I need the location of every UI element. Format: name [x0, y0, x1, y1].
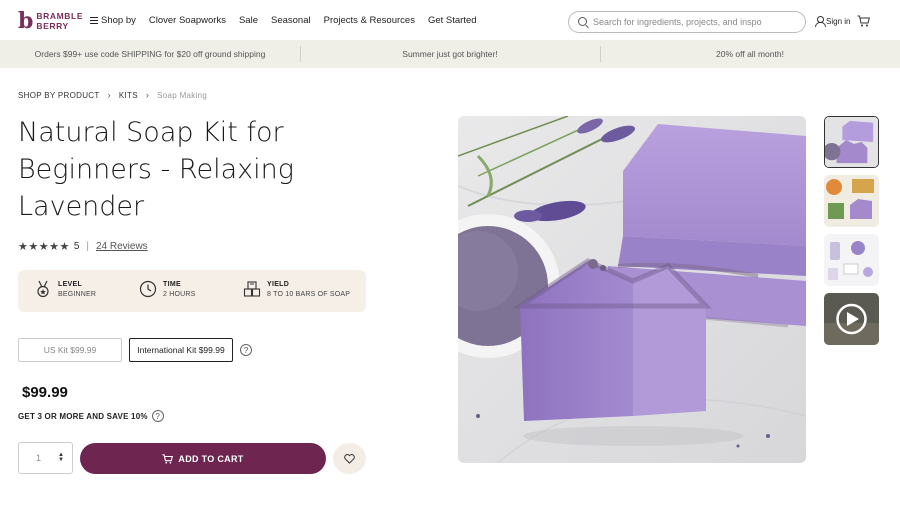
- medal-icon: [37, 280, 49, 298]
- rating-divider: |: [86, 241, 89, 252]
- nav-clover-soapworks[interactable]: Clover Soapworks: [149, 15, 226, 26]
- reviews-link[interactable]: 24 Reviews: [96, 241, 148, 252]
- sign-in-label: Sign in: [826, 16, 851, 26]
- wishlist-button[interactable]: [333, 443, 366, 474]
- cart-icon: [162, 453, 174, 464]
- nav-get-started[interactable]: Get Started: [428, 15, 477, 26]
- add-to-cart-button[interactable]: ADD TO CART: [80, 443, 326, 474]
- hamburger-icon: [90, 17, 98, 24]
- bulk-offer: GET 3 OR MORE AND SAVE 10% ?: [18, 410, 164, 422]
- variant-us-kit[interactable]: US Kit $99.99: [18, 338, 122, 362]
- clock-icon: [139, 280, 157, 298]
- user-icon: [815, 16, 826, 27]
- thumbnail-video[interactable]: [824, 293, 879, 345]
- brand-logo[interactable]: b BRAMBLE BERRY: [18, 10, 83, 32]
- quantity-stepper: ▲▼: [18, 442, 73, 474]
- bulk-offer-text: GET 3 OR MORE AND SAVE 10%: [18, 411, 148, 421]
- promo-bar: Orders $99+ use code SHIPPING for $20 of…: [0, 40, 900, 68]
- site-header: b BRAMBLE BERRY Shop by Clover Soapworks…: [0, 0, 900, 44]
- nav-shop-by[interactable]: Shop by: [90, 15, 136, 26]
- promo-summer[interactable]: Summer just got brighter!: [300, 40, 600, 68]
- brand-name-line2: BERRY: [36, 21, 69, 31]
- product-price: $99.99: [22, 384, 68, 401]
- spec-value: BEGINNER: [58, 290, 97, 298]
- spec-value: 8 TO 10 BARS OF SOAP: [267, 290, 351, 298]
- breadcrumb-current: Soap Making: [157, 90, 208, 100]
- nav-projects-resources[interactable]: Projects & Resources: [324, 15, 415, 26]
- search-box: [568, 11, 806, 33]
- breadcrumb-kits[interactable]: KITS: [119, 91, 138, 100]
- question-circle-icon[interactable]: ?: [151, 410, 164, 422]
- thumbnail-kit-contents[interactable]: [824, 175, 879, 227]
- main-nav: Shop by Clover Soapworks Sale Seasonal P…: [90, 15, 490, 26]
- search-input[interactable]: [593, 17, 793, 27]
- thumbnail-supplies[interactable]: [824, 234, 879, 286]
- breadcrumb: SHOP BY PRODUCT › KITS › Soap Making: [18, 90, 207, 100]
- heart-icon: [344, 453, 355, 464]
- product-main-image[interactable]: [458, 116, 806, 463]
- spec-label: TIME: [163, 280, 181, 288]
- promo-discount[interactable]: 20% off all month!: [600, 40, 900, 68]
- chevron-right-icon: ›: [107, 90, 111, 100]
- thumbnail-soap-stack[interactable]: [824, 116, 879, 168]
- spec-level: LEVEL BEGINNER: [34, 280, 96, 298]
- breadcrumb-shop-by-product[interactable]: SHOP BY PRODUCT: [18, 91, 100, 100]
- product-title: Natural Soap Kit for Beginners - Relaxin…: [18, 117, 294, 222]
- soap-bars-icon: [243, 281, 261, 297]
- rating-value: 5: [73, 241, 80, 252]
- quantity-input[interactable]: [36, 453, 48, 463]
- spec-time: TIME 2 HOURS: [139, 280, 196, 298]
- search-icon: [578, 17, 587, 26]
- product-specs: LEVEL BEGINNER TIME 2 HOURS YIELD 8 TO 1…: [18, 270, 366, 312]
- nav-label: Shop by: [101, 15, 136, 26]
- question-circle-icon[interactable]: ?: [240, 344, 252, 356]
- sign-in-link[interactable]: Sign in: [815, 16, 851, 27]
- spec-value: 2 HOURS: [163, 290, 196, 298]
- variant-international-kit[interactable]: International Kit $99.99: [129, 338, 233, 362]
- cart-icon[interactable]: [857, 15, 870, 27]
- chevron-right-icon: ›: [145, 90, 150, 100]
- product-rating: ★★★★★ 5 | 24 Reviews: [18, 240, 148, 253]
- brand-name-line1: BRAMBLE: [36, 11, 84, 21]
- star-rating-icon: ★★★★★: [18, 241, 70, 253]
- brand-mark: b: [18, 8, 34, 34]
- promo-shipping[interactable]: Orders $99+ use code SHIPPING for $20 of…: [0, 40, 300, 68]
- nav-seasonal[interactable]: Seasonal: [271, 15, 311, 26]
- stepper-arrows-icon[interactable]: ▲ ▼: [58, 452, 64, 463]
- spec-label: YIELD: [267, 280, 290, 288]
- nav-sale[interactable]: Sale: [239, 15, 258, 26]
- spec-label: LEVEL: [58, 280, 83, 288]
- add-to-cart-label: ADD TO CART: [178, 453, 244, 464]
- spec-yield: YIELD 8 TO 10 BARS OF SOAP: [243, 280, 350, 298]
